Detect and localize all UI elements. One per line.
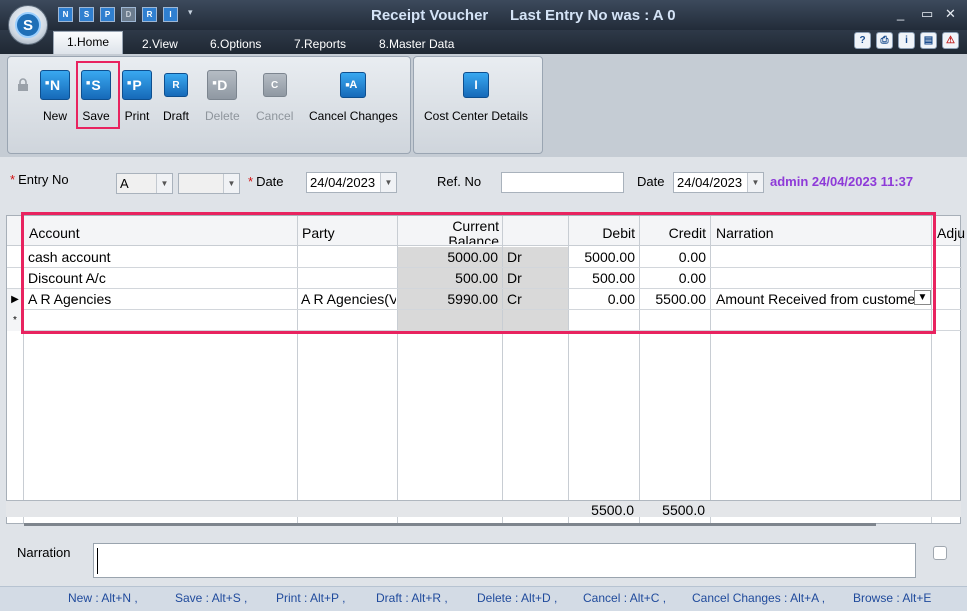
ref-date-label: Date (637, 174, 665, 189)
text-caret (97, 548, 98, 574)
close-button[interactable]: ✕ (945, 6, 956, 22)
delete-label: Delete (205, 109, 240, 123)
new-icon: ■ N (40, 70, 70, 100)
grid-highlight-frame (21, 212, 936, 334)
entry-prefix-select[interactable]: A ▼ (116, 173, 173, 194)
date-picker[interactable]: 24/04/2023 ▼ (306, 172, 397, 193)
entry-no-label: * Entry No (10, 172, 69, 187)
window-title: Receipt Voucher (371, 7, 489, 24)
chevron-down-icon[interactable]: ▼ (747, 173, 763, 192)
shortcut-save: Save : Alt+S , (175, 591, 248, 605)
new-button[interactable]: ■ N New (40, 70, 70, 123)
new-label: New (42, 109, 67, 123)
cancel-changes-button[interactable]: ■ A Cancel Changes (309, 70, 398, 123)
narration-checkbox[interactable] (933, 546, 947, 560)
totals-row: 5500.0 5500.0 (6, 500, 961, 518)
cancel-changes-label: Cancel Changes (309, 109, 398, 123)
audit-info: admin 24/04/2023 11:37 (770, 174, 914, 189)
save-highlight-frame (76, 61, 120, 129)
shortcut-delete: Delete : Alt+D , (477, 591, 558, 605)
draft-label: Draft (163, 109, 190, 123)
shortcut-print: Print : Alt+P , (276, 591, 346, 605)
col-header-adjust[interactable]: Adju (937, 216, 965, 246)
quick-access-dropdown-icon[interactable]: ▾ (188, 7, 193, 22)
cost-center-label: Cost Center Details (424, 109, 529, 123)
narration-input[interactable] (93, 543, 916, 578)
total-debit: 5500.0 (591, 502, 634, 518)
ref-date-picker[interactable]: 24/04/2023 ▼ (673, 172, 764, 193)
chevron-down-icon[interactable]: ▼ (156, 174, 172, 193)
delete-icon: ■ D (207, 70, 238, 100)
shortcut-draft: Draft : Alt+R , (376, 591, 448, 605)
chevron-down-icon[interactable]: ▼ (380, 173, 396, 192)
cancel-icon: C (262, 73, 287, 97)
quick-draft-icon[interactable]: R (142, 7, 157, 22)
quick-print-icon[interactable]: P (100, 7, 115, 22)
draft-button[interactable]: R Draft (163, 70, 189, 123)
app-menu-button[interactable]: S (8, 5, 48, 45)
total-credit: 5500.0 (662, 502, 705, 518)
print-button[interactable]: ■ P Print (122, 70, 152, 123)
delete-button[interactable]: ■ D Delete (205, 70, 240, 123)
document-icon[interactable]: ▤ (920, 32, 937, 49)
maximize-button[interactable]: ▭ (921, 6, 933, 22)
cancel-label: Cancel (256, 109, 294, 123)
quick-new-icon[interactable]: N (58, 7, 73, 22)
quick-delete-icon[interactable]: D (121, 7, 136, 22)
lock-icon (18, 78, 28, 91)
horizontal-scrollbar[interactable] (24, 523, 876, 526)
minimize-button[interactable]: _ (897, 6, 904, 21)
tab-options[interactable]: 6.Options (210, 33, 261, 54)
ribbon-panel: ■ N New ■ S Save ■ P Print R Draft ■ D Delet… (0, 54, 967, 157)
cost-center-icon: I (463, 72, 490, 98)
cost-center-button[interactable]: I Cost Center Details (424, 70, 528, 123)
print-icon: ■ P (122, 70, 152, 100)
entry-number-select[interactable]: ▼ (178, 173, 240, 194)
print-preview-icon[interactable]: ⎙ (876, 32, 893, 49)
help-icon[interactable]: ? (854, 32, 871, 49)
narration-label: Narration (17, 545, 71, 560)
tab-master-data[interactable]: 8.Master Data (379, 33, 454, 54)
shortcut-cancel: Cancel : Alt+C , (583, 591, 667, 605)
info-icon[interactable]: i (898, 32, 915, 49)
alert-icon[interactable]: ⚠ (942, 32, 959, 49)
help-icons: ? ⎙ i ▤ ⚠ (854, 32, 959, 49)
shortcut-bar: New : Alt+N , Save : Alt+S , Print : Alt… (0, 586, 967, 611)
tab-home[interactable]: 1.Home (53, 31, 124, 54)
quick-access-toolbar: N S P D R I ▾ (58, 7, 193, 22)
shortcut-browse: Browse : Alt+E (853, 591, 932, 605)
tab-view[interactable]: 2.View (142, 33, 178, 54)
shortcut-cancel-changes: Cancel Changes : Alt+A , (692, 591, 826, 605)
chevron-down-icon[interactable]: ▼ (223, 174, 239, 193)
shortcut-new: New : Alt+N , (68, 591, 138, 605)
cancel-changes-icon: ■ A (340, 72, 367, 98)
date-label: * Date (248, 174, 284, 189)
quick-info-icon[interactable]: I (163, 7, 178, 22)
last-entry-info: Last Entry No was : A 0 (510, 7, 676, 24)
app-logo-icon: S (15, 12, 41, 38)
ref-no-input[interactable] (501, 172, 624, 193)
tab-reports[interactable]: 7.Reports (294, 33, 346, 54)
quick-save-icon[interactable]: S (79, 7, 94, 22)
draft-icon: R (164, 73, 188, 97)
cancel-button[interactable]: C Cancel (256, 70, 293, 123)
print-label: Print (124, 109, 150, 123)
ref-no-label: Ref. No (437, 174, 482, 189)
